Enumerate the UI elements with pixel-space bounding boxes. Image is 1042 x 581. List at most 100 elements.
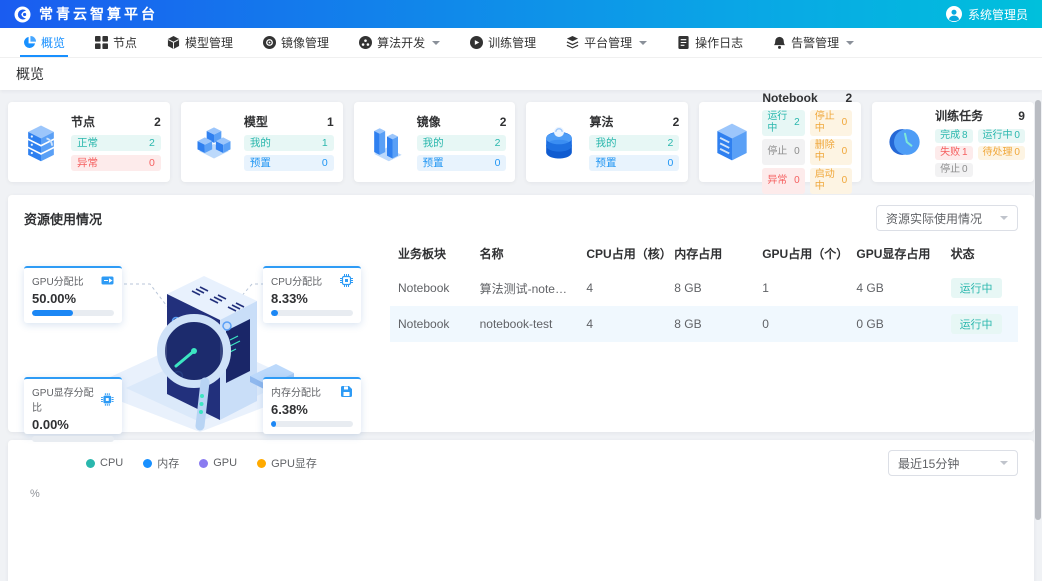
alarm-icon xyxy=(773,36,786,49)
algorithm-icon xyxy=(359,36,372,49)
resource-illustration-panel: GPU分配比 50.00% CPU分配比 8.33% xyxy=(24,236,376,432)
nav-item-algorithm[interactable]: 算法开发 xyxy=(344,28,455,57)
stat-chip: 停止0 xyxy=(935,163,972,177)
table-row: Notebook 算法测试-notebook 4 8 GB 1 4 GB 运行中 xyxy=(390,270,1018,306)
legend-dot xyxy=(199,459,208,468)
stat-chip: 停止中0 xyxy=(810,110,852,136)
gpu-memory-chip-icon xyxy=(101,393,114,406)
stat-chip: 运行中2 xyxy=(762,110,804,136)
resource-table: 业务板块 名称 CPU占用（核） 内存占用 GPU占用（个） GPU显存占用 状… xyxy=(390,236,1018,342)
stat-chip: 完成8 xyxy=(935,129,972,143)
brand: 常青云智算平台 xyxy=(14,4,158,24)
nav-item-overview[interactable]: 概览 xyxy=(8,28,80,57)
user-avatar-icon xyxy=(946,6,962,22)
resource-table-wrap: 业务板块 名称 CPU占用（核） 内存占用 GPU占用（个） GPU显存占用 状… xyxy=(390,236,1018,432)
chart-legend: CPU 内存 GPU GPU显存 xyxy=(24,455,317,471)
stat-chip: 我的1 xyxy=(244,135,334,151)
stat-total: 2 xyxy=(845,91,852,105)
model-cubes-icon xyxy=(190,120,238,164)
chevron-down-icon xyxy=(846,41,854,45)
stat-card-images[interactable]: 镜像2 我的2 预置0 xyxy=(354,102,516,182)
stat-title: 节点 xyxy=(71,113,95,130)
nav-item-logs[interactable]: 操作日志 xyxy=(662,28,758,57)
stat-card-nodes[interactable]: 节点 2 正常2 异常0 xyxy=(8,102,170,182)
nav-item-training[interactable]: 训练管理 xyxy=(455,28,551,57)
training-clock-icon xyxy=(881,120,929,164)
chevron-down-icon xyxy=(1000,216,1008,220)
legend-item-memory[interactable]: 内存 xyxy=(143,455,179,471)
model-icon xyxy=(167,36,180,49)
image-icon xyxy=(263,36,276,49)
memory-icon xyxy=(340,385,353,398)
gauge-gpu-allocation: GPU分配比 50.00% xyxy=(24,266,122,323)
chevron-down-icon xyxy=(432,41,440,45)
stat-chip: 预置0 xyxy=(589,155,679,171)
gpu-card-icon xyxy=(101,274,114,287)
stat-title: 算法 xyxy=(589,113,613,130)
stat-title: 模型 xyxy=(244,113,268,130)
gauge-memory-allocation: 内存分配比 6.38% xyxy=(263,377,361,434)
stat-card-algorithms[interactable]: 算法 2 我的2 预置0 xyxy=(526,102,688,182)
nav-item-nodes[interactable]: 节点 xyxy=(80,28,152,57)
stat-chip: 正常2 xyxy=(71,135,161,151)
resource-section-title: 资源使用情况 xyxy=(24,209,102,228)
stat-chip: 预置0 xyxy=(417,155,507,171)
algorithm-db-icon xyxy=(535,120,583,164)
nav-item-model[interactable]: 模型管理 xyxy=(152,28,248,57)
stat-chip: 失败1 xyxy=(935,146,972,160)
stat-chip: 启动中0 xyxy=(810,168,852,194)
stat-chip: 待处理0 xyxy=(978,146,1025,160)
overview-icon xyxy=(23,36,36,49)
vertical-scrollbar[interactable] xyxy=(1035,100,1041,520)
node-server-icon xyxy=(17,120,65,164)
content: 节点 2 正常2 异常0 模型 1 我的1 预置0 xyxy=(0,90,1042,581)
app-title: 常青云智算平台 xyxy=(39,4,158,24)
main-nav: 概览 节点 模型管理 镜像管理 算法开发 训练管理 平台管理 操作日志 告警管理 xyxy=(0,28,1042,58)
stats-row: 节点 2 正常2 异常0 模型 1 我的1 预置0 xyxy=(8,102,1034,182)
time-range-select[interactable]: 最近15分钟 xyxy=(888,450,1018,476)
legend-dot xyxy=(257,459,266,468)
table-header-row: 业务板块 名称 CPU占用（核） 内存占用 GPU占用（个） GPU显存占用 状… xyxy=(390,236,1018,270)
user-name: 系统管理员 xyxy=(968,6,1028,23)
status-badge: 运行中 xyxy=(951,278,1002,298)
stat-chip: 异常0 xyxy=(71,155,161,171)
nav-item-image[interactable]: 镜像管理 xyxy=(248,28,344,57)
notebook-cabinet-icon xyxy=(708,120,756,164)
resource-usage-select[interactable]: 资源实际使用情况 xyxy=(876,205,1018,231)
chevron-down-icon xyxy=(639,41,647,45)
stat-card-models[interactable]: 模型 1 我的1 预置0 xyxy=(181,102,343,182)
usage-chart-section: CPU 内存 GPU GPU显存 最近15分钟 % xyxy=(8,440,1034,581)
legend-item-gpu-memory[interactable]: GPU显存 xyxy=(257,455,317,471)
gauge-gpu-memory-allocation: GPU显存分配比 0.00% xyxy=(24,377,122,434)
status-badge: 运行中 xyxy=(951,314,1002,334)
user-menu[interactable]: 系统管理员 xyxy=(946,6,1028,23)
stat-total: 2 xyxy=(673,115,680,129)
resource-usage-section: 资源使用情况 资源实际使用情况 xyxy=(8,195,1034,432)
legend-dot xyxy=(143,459,152,468)
app-header: 常青云智算平台 系统管理员 xyxy=(0,0,1042,28)
stat-chip: 我的2 xyxy=(417,135,507,151)
chart-plot-area xyxy=(24,500,1018,581)
stat-title: 训练任务 xyxy=(935,107,983,124)
stat-chip: 预置0 xyxy=(244,155,334,171)
cpu-chip-icon xyxy=(340,274,353,287)
platform-icon xyxy=(566,36,579,49)
stat-chip: 我的2 xyxy=(589,135,679,151)
legend-item-cpu[interactable]: CPU xyxy=(86,457,123,469)
stat-chip: 停止0 xyxy=(762,139,804,165)
table-row: Notebook notebook-test 4 8 GB 0 0 GB 运行中 xyxy=(390,306,1018,342)
stat-title: 镜像 xyxy=(417,113,441,130)
page-title-bar: 概览 xyxy=(0,58,1042,90)
stat-total: 1 xyxy=(327,115,334,129)
stat-card-training-tasks[interactable]: 训练任务9 完成8 失败1 停止0 运行中0 待处理0 xyxy=(872,102,1034,182)
stat-card-notebook[interactable]: Notebook2 运行中2 停止0 异常0 停止中0 删除中0 启动中0 xyxy=(699,102,861,182)
legend-dot xyxy=(86,459,95,468)
legend-item-gpu[interactable]: GPU xyxy=(199,457,237,469)
chevron-down-icon xyxy=(1000,461,1008,465)
chart-unit-label: % xyxy=(30,488,1018,500)
nodes-icon xyxy=(95,36,108,49)
nav-item-alarm[interactable]: 告警管理 xyxy=(758,28,869,57)
stat-total: 2 xyxy=(154,115,161,129)
nav-item-platform[interactable]: 平台管理 xyxy=(551,28,662,57)
logo-icon xyxy=(14,6,31,23)
